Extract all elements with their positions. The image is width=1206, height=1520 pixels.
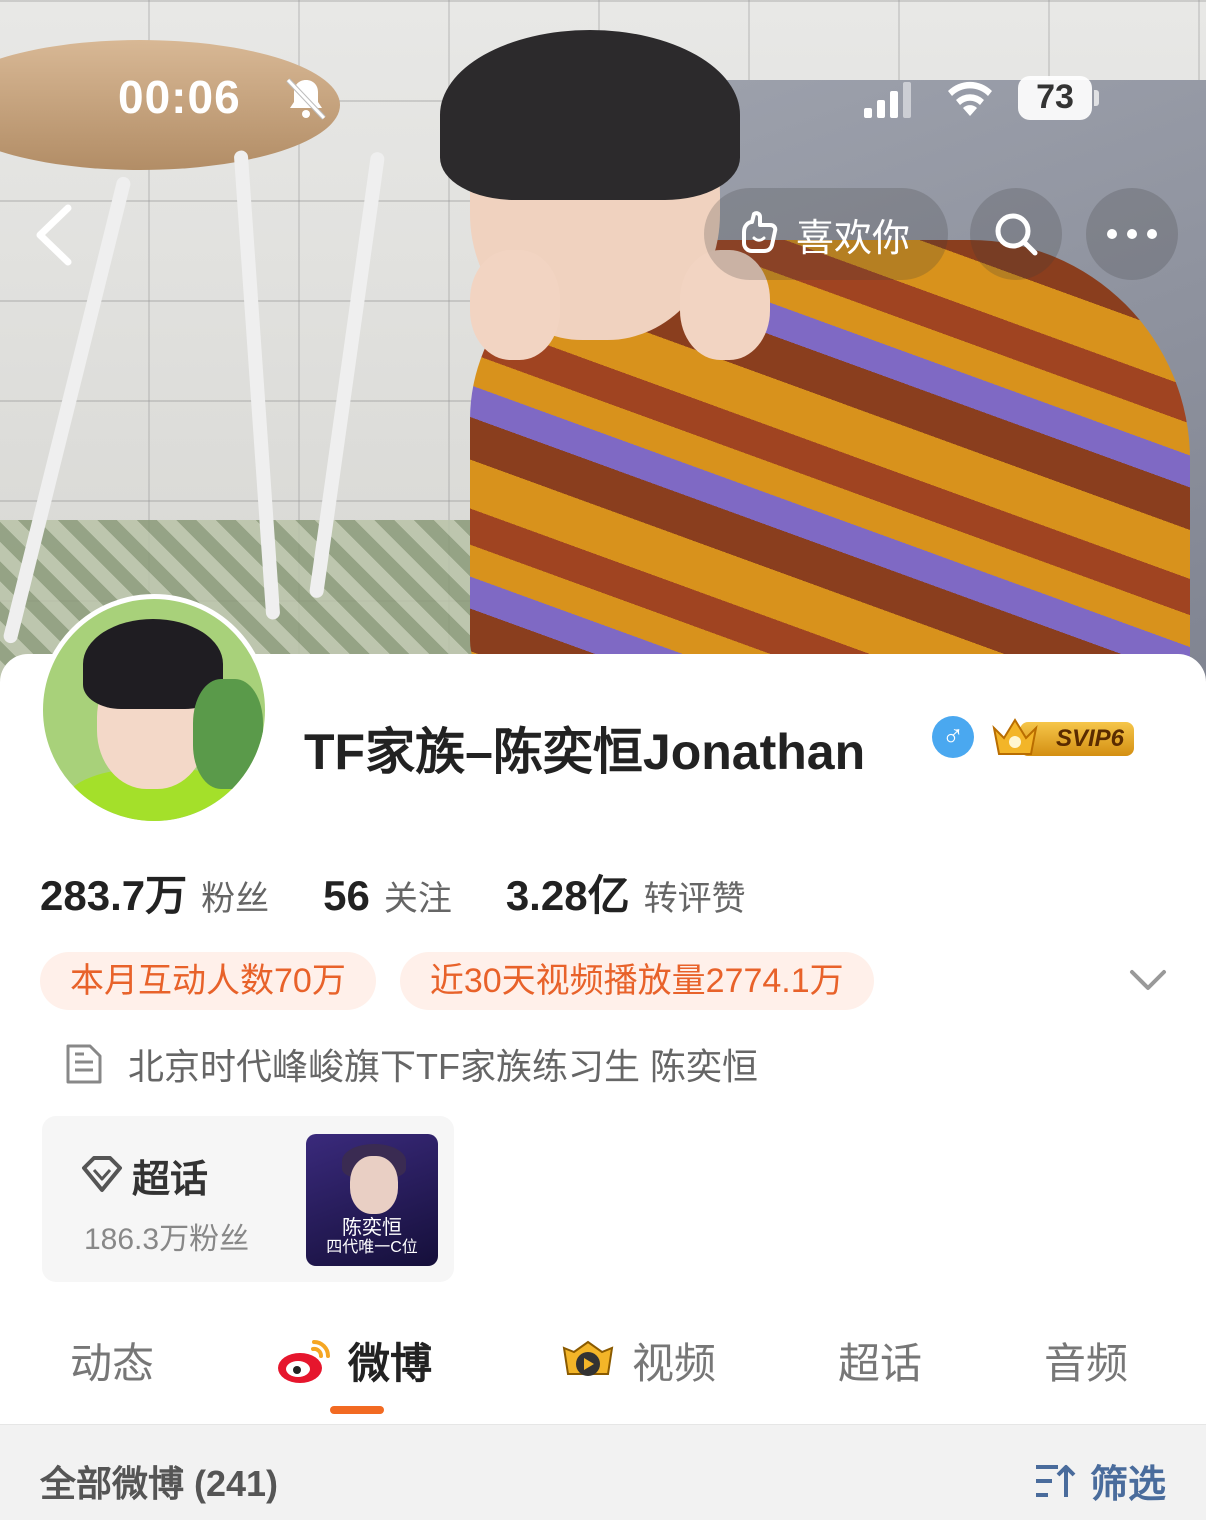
tab-audio[interactable]: 音频 <box>1044 1330 1128 1391</box>
more-icon <box>1107 229 1157 239</box>
profile-name: TF家族–陈奕恒Jonathan <box>304 724 866 780</box>
stat-reposts-comments-likes[interactable]: 3.28亿 转评赞 <box>506 862 746 923</box>
filter-button[interactable]: 筛选 <box>1034 1453 1166 1508</box>
like-you-label: 喜欢你 <box>796 217 911 260</box>
status-time: 00:06 <box>118 71 241 123</box>
stat-value: 56 <box>323 872 370 919</box>
back-icon[interactable] <box>30 200 80 270</box>
tab-video[interactable]: 视频 <box>560 1330 716 1391</box>
profile-stats: 283.7万 粉丝 56 关注 3.28亿 转评赞 <box>40 862 800 920</box>
feed-header: 全部微博 (241) 筛选 <box>0 1424 1206 1520</box>
more-button[interactable] <box>1086 188 1178 280</box>
stat-label: 关注 <box>383 880 452 918</box>
supertopic-diamond-icon <box>82 1156 122 1192</box>
stat-following[interactable]: 56 关注 <box>323 871 452 920</box>
thumb-title: 陈奕恒 <box>342 1217 402 1239</box>
tab-label: 超话 <box>838 1340 923 1387</box>
battery-tip <box>1094 90 1099 106</box>
weibo-logo-icon <box>278 1339 330 1383</box>
tab-label: 微博 <box>348 1340 433 1387</box>
status-bar: 00:06 73 <box>0 60 1206 140</box>
search-button[interactable] <box>970 188 1062 280</box>
chip-monthly-interactions[interactable]: 本月互动人数70万 <box>40 952 376 1010</box>
bio-text: 北京时代峰峻旗下TF家族练习生 陈奕恒 <box>128 1046 758 1087</box>
profile-tabs: 动态 微博 视频 超话 音频 <box>0 1320 1206 1420</box>
active-tab-indicator <box>330 1406 384 1414</box>
filter-label: 筛选 <box>1090 1464 1167 1506</box>
tab-supertopic[interactable]: 超话 <box>838 1330 922 1391</box>
thumb-subtitle: 四代唯一C位 <box>326 1239 418 1256</box>
stat-label: 转评赞 <box>643 880 746 918</box>
battery-icon: 73 <box>1018 76 1099 120</box>
wifi-icon <box>948 81 992 116</box>
chevron-down-icon[interactable] <box>1128 962 1168 998</box>
tab-label: 视频 <box>632 1340 717 1387</box>
male-icon: ♂ <box>932 716 974 758</box>
supertopic-fans: 186.3万粉丝 <box>84 1223 250 1256</box>
avatar-dino-toy <box>193 679 263 789</box>
filter-icon <box>1036 1464 1076 1497</box>
supertopic-title: 超话 <box>132 1159 209 1201</box>
bell-off-icon <box>286 78 326 120</box>
stat-fans[interactable]: 283.7万 粉丝 <box>40 862 269 923</box>
avatar[interactable] <box>38 594 270 826</box>
battery-level: 73 <box>1036 78 1074 116</box>
search-icon <box>995 213 1038 256</box>
stat-value: 3.28亿 <box>505 872 630 919</box>
thumb-face <box>350 1156 398 1214</box>
chip-video-plays[interactable]: 近30天视频播放量2774.1万 <box>399 952 874 1010</box>
tab-weibo[interactable]: 微博 <box>276 1330 432 1391</box>
crown-icon <box>992 718 1038 755</box>
tab-dynamics[interactable]: 动态 <box>70 1330 154 1391</box>
signal-icon <box>864 82 911 118</box>
supertopic-thumbnail[interactable]: 陈奕恒 四代唯一C位 <box>306 1134 438 1266</box>
stat-label: 粉丝 <box>201 880 270 918</box>
stat-value: 283.7万 <box>40 872 188 919</box>
thumb-caption: 陈奕恒 四代唯一C位 <box>316 1218 428 1258</box>
svip-badge[interactable]: SVIP6 <box>990 714 1136 760</box>
supertopic-card[interactable]: 超话 186.3万粉丝 陈奕恒 四代唯一C位 <box>42 1116 454 1282</box>
like-hand-icon <box>742 211 778 253</box>
profile-bio: 北京时代峰峻旗下TF家族练习生 陈奕恒 <box>64 1036 758 1092</box>
cover-person-hand <box>470 250 560 360</box>
like-you-button[interactable]: 喜欢你 <box>704 188 948 280</box>
tab-label: 动态 <box>70 1340 155 1387</box>
document-icon <box>66 1044 102 1084</box>
profile-chips: 本月互动人数70万 近30天视频播放量2774.1万 <box>40 952 898 1010</box>
all-weibo-count[interactable]: 全部微博 (241) <box>40 1455 278 1507</box>
tab-label: 音频 <box>1044 1340 1129 1387</box>
video-play-icon <box>562 1340 614 1376</box>
